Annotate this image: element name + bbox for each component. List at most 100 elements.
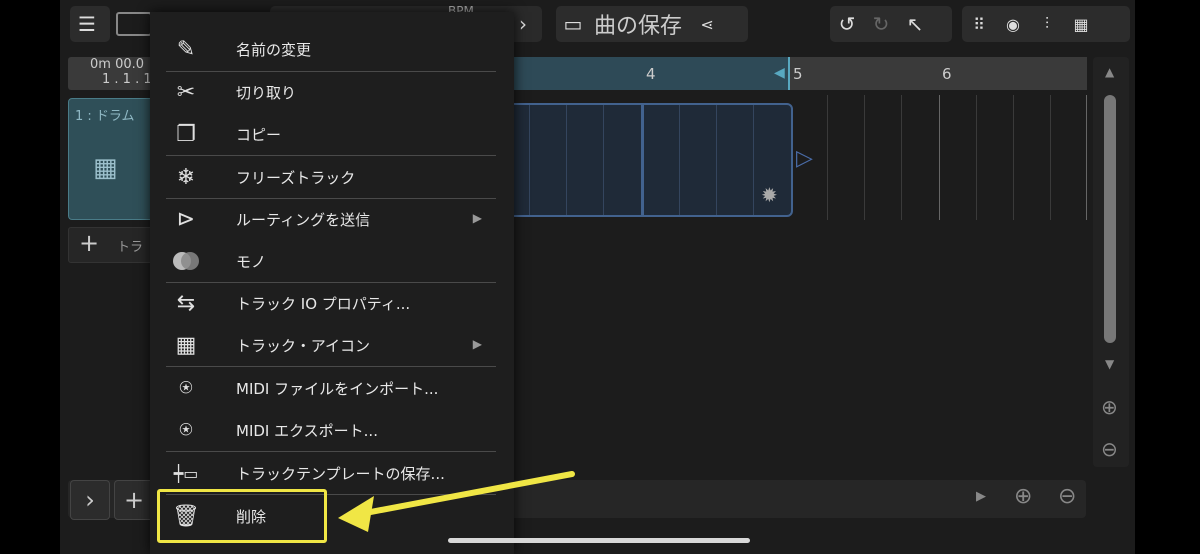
song-position: 1 . 1 . 1	[102, 72, 152, 87]
menu-item-send-routing[interactable]: ⊳ ルーティングを送信 ▶	[166, 199, 496, 239]
logo-icon	[116, 12, 152, 36]
menu-item-label: トラック・アイコン	[236, 336, 370, 355]
menu-item-freeze-track[interactable]: ❄ フリーズトラック	[166, 157, 496, 197]
submenu-arrow-icon: ▶	[472, 211, 482, 225]
menu-separator	[166, 451, 496, 452]
playhead-line	[788, 57, 790, 90]
track-header[interactable]: 1 : ドラム ▦	[68, 98, 154, 220]
track-name: 1 : ドラム	[75, 109, 135, 124]
menu-item-midi-import[interactable]: ⍟ MIDI ファイルをインポート...	[166, 368, 496, 408]
expand-chevron-icon[interactable]: ›	[70, 480, 110, 520]
time-display: 0m 00.0 1 . 1 . 1	[68, 57, 152, 90]
clip-beat-line	[753, 105, 754, 215]
grid-view-icon[interactable]: ▦	[1064, 6, 1098, 42]
pointer-icon[interactable]: ↖	[898, 6, 932, 42]
eye-icon[interactable]: ◉	[996, 6, 1030, 42]
scroll-thumb[interactable]	[1104, 95, 1116, 343]
menu-item-rename[interactable]: ✎ 名前の変更	[166, 29, 496, 69]
menu-item-label: MIDI エクスポート...	[236, 421, 378, 440]
edit-tools-group: ↺ ↻ ↖	[830, 6, 952, 42]
snowflake-icon: ❄	[176, 164, 196, 190]
routing-icon: ⊳	[176, 206, 196, 232]
zoom-in-icon[interactable]: ⊕	[1101, 395, 1118, 419]
grid-line	[864, 95, 865, 220]
clip-beat-line	[716, 105, 717, 215]
ruler-mark-6: 6	[942, 65, 952, 83]
grid-line-bar	[939, 95, 940, 220]
hamburger-icon[interactable]: ☰	[70, 6, 104, 42]
menu-separator	[166, 155, 496, 156]
zoom-out-icon[interactable]: ⊖	[1101, 437, 1118, 461]
clip-beat-line	[603, 105, 604, 215]
menu-separator	[166, 366, 496, 367]
clip-beat-line	[566, 105, 567, 215]
grid-line	[976, 95, 977, 220]
clip-divider	[641, 105, 644, 215]
menu-item-label: MIDI ファイルをインポート...	[236, 379, 439, 398]
h-zoom-out-icon[interactable]: ⊖	[1058, 484, 1076, 509]
menu-item-label: モノ	[236, 252, 267, 271]
ruler-mark-5: 5	[793, 65, 803, 83]
folder-icon[interactable]: ▭	[556, 6, 590, 42]
mono-icon	[166, 244, 206, 278]
grid-icon: ▦	[175, 332, 197, 358]
menu-item-track-io-properties[interactable]: ⇆ トラック IO プロパティ...	[166, 283, 496, 323]
song-save-title[interactable]: 曲の保存	[594, 8, 682, 40]
grid-line	[1013, 95, 1014, 220]
drum-grid-icon: ▦	[93, 153, 118, 183]
midi-import-icon: ⍟	[179, 375, 193, 401]
song-save-group[interactable]: ▭ 曲の保存 ⋖	[556, 6, 748, 42]
grid-line-bar	[1086, 95, 1087, 220]
menu-item-label: 名前の変更	[236, 40, 312, 59]
menu-item-track-icon[interactable]: ▦ トラック・アイコン ▶	[166, 325, 496, 365]
io-cable-icon: ⇆	[176, 290, 196, 316]
home-indicator[interactable]	[448, 538, 750, 543]
undo-icon[interactable]: ↺	[830, 6, 864, 42]
add-track-label: トラ	[117, 240, 144, 255]
menu-item-label: トラック IO プロパティ...	[236, 294, 411, 313]
menu-button-group: ☰	[70, 6, 110, 42]
add-track-button[interactable]: + トラ	[68, 227, 154, 263]
menu-item-mono[interactable]: モノ	[166, 241, 496, 281]
play-small-icon[interactable]: ▶	[976, 489, 986, 504]
copy-icon: ❐	[176, 121, 196, 147]
annotation-highlight-box	[157, 489, 327, 543]
plus-icon: +	[79, 229, 100, 257]
menu-item-label: ルーティングを送信	[236, 210, 371, 229]
timeline-ruler[interactable]: 4 ◀ 5 6	[512, 57, 1087, 90]
clip-beat-line	[529, 105, 530, 215]
template-icon: ┿▭	[173, 463, 199, 483]
annotation-arrow-icon	[338, 471, 575, 532]
scroll-down-icon[interactable]: ▼	[1105, 357, 1114, 371]
scroll-up-icon[interactable]: ▲	[1105, 65, 1114, 79]
midi-clip[interactable]: ✹	[505, 103, 793, 217]
menu-item-midi-export[interactable]: ⍟ MIDI エクスポート...	[166, 410, 496, 450]
ruler-mark-4: 4	[646, 65, 656, 83]
grid-line	[901, 95, 902, 220]
keypad-icon[interactable]: ⠿	[962, 6, 996, 42]
view-tools-group: ⠿ ◉ ⫶ ▦	[962, 6, 1130, 42]
clip-gear-icon[interactable]: ✹	[761, 183, 778, 207]
playhead-marker-icon[interactable]: ◀	[774, 65, 785, 81]
bottom-add-icon[interactable]: +	[114, 480, 154, 520]
midi-export-icon: ⍟	[179, 417, 193, 443]
redo-icon[interactable]: ↻	[864, 6, 898, 42]
menu-item-label: 切り取り	[236, 83, 297, 102]
mono-circles	[173, 252, 199, 270]
pencil-icon: ✎	[176, 36, 196, 62]
mixer-icon[interactable]: ⫶	[1030, 6, 1064, 42]
scissors-icon: ✂	[176, 79, 196, 105]
submenu-arrow-icon: ▶	[472, 337, 482, 351]
share-icon[interactable]: ⋖	[690, 6, 724, 42]
elapsed-time: 0m 00.0	[90, 57, 145, 72]
menu-item-copy[interactable]: ❐ コピー	[166, 114, 496, 154]
grid-line	[827, 95, 828, 220]
clip-beat-line	[679, 105, 680, 215]
menu-item-cut[interactable]: ✂ 切り取り	[166, 72, 496, 112]
menu-item-label: フリーズトラック	[236, 168, 356, 187]
menu-item-label: コピー	[236, 125, 282, 144]
play-triangle-icon[interactable]: ▷	[796, 146, 813, 171]
vertical-scroll-panel: ▲ ▼ ⊕ ⊖	[1093, 57, 1129, 467]
h-zoom-in-icon[interactable]: ⊕	[1014, 484, 1032, 509]
grid-line	[1050, 95, 1051, 220]
